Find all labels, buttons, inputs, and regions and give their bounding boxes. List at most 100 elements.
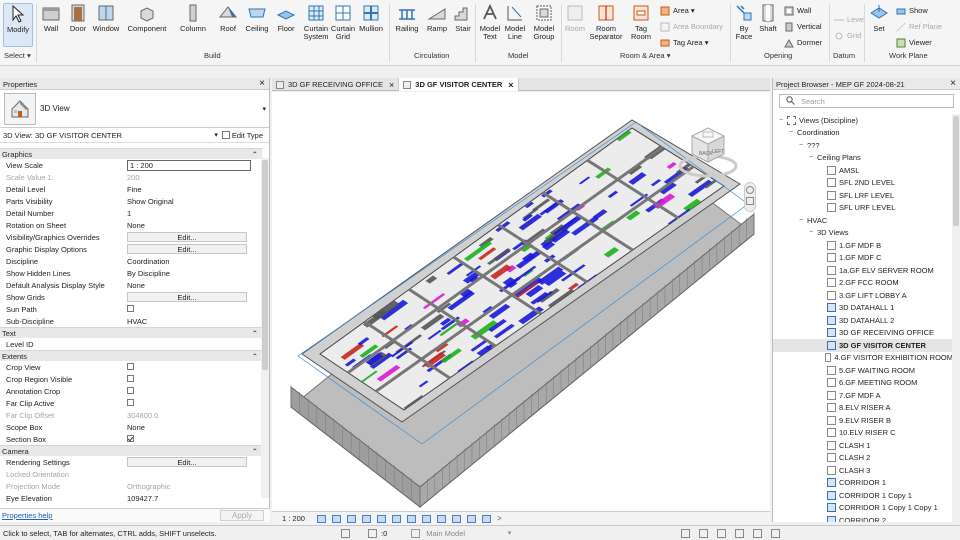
curtain-grid-button[interactable]: Curtain Grid <box>331 3 355 41</box>
collapse-toggle-icon[interactable]: − <box>787 129 795 136</box>
select-by-face-icon[interactable] <box>735 528 745 538</box>
view-node[interactable]: 3D GF VISITOR CENTER <box>773 339 953 352</box>
grid-button[interactable]: Grid <box>834 30 861 41</box>
folder-node[interactable]: − Ceiling Plans <box>773 152 953 165</box>
property-value[interactable]: Edit... <box>124 457 262 467</box>
view-node[interactable]: 7.GF MDF A <box>773 389 953 402</box>
collapse-toggle-icon[interactable]: − <box>777 117 785 124</box>
room-area-group-label[interactable]: Room & Area ▾ <box>620 51 670 60</box>
worksharing-display-icon[interactable] <box>466 514 476 523</box>
property-value[interactable]: None <box>124 221 262 230</box>
property-value[interactable] <box>124 304 262 314</box>
dormer-button[interactable]: Dormer <box>784 37 822 48</box>
ref-plane-button[interactable]: Ref Plane <box>896 21 942 32</box>
room-button[interactable]: Room <box>564 3 586 33</box>
section-graphics[interactable]: Graphics ⌃ <box>0 148 262 159</box>
view-node[interactable]: 5.GF WAITING ROOM <box>773 364 953 377</box>
properties-scrollbar[interactable] <box>261 158 269 498</box>
shaft-button[interactable]: Shaft <box>756 3 780 33</box>
show-workplane-button[interactable]: Show <box>896 5 928 16</box>
model-text-button[interactable]: Model Text <box>478 3 502 41</box>
checkbox[interactable] <box>127 362 134 370</box>
level-button[interactable]: Level <box>834 14 865 25</box>
view-node[interactable]: CLASH 2 <box>773 452 953 465</box>
instance-selector[interactable]: 3D View: 3D GF VISITOR CENTER ▾ Edit Type <box>0 128 269 143</box>
property-value[interactable]: Fine <box>124 185 262 194</box>
collapse-toggle-icon[interactable]: − <box>807 154 815 161</box>
section-text[interactable]: Text ⌃ <box>0 327 262 338</box>
property-value[interactable] <box>124 374 262 384</box>
collapse-icon[interactable]: ⌃ <box>252 329 258 338</box>
view-node[interactable]: CORRIDOR 1 Copy 1 Copy 1 <box>773 502 953 515</box>
railing-button[interactable]: Railing <box>394 3 420 33</box>
chevron-down-icon[interactable]: ▾ <box>214 131 218 139</box>
model-group-button[interactable]: Model Group <box>530 3 558 41</box>
property-value[interactable]: Edit... <box>124 232 262 242</box>
view-node[interactable]: 3D GF RECEIVING OFFICE <box>773 327 953 340</box>
view-node[interactable]: CORRIDOR 1 <box>773 477 953 490</box>
view-node[interactable]: SFL 2ND LEVEL <box>773 177 953 190</box>
temporary-hide-icon[interactable] <box>436 514 446 523</box>
curtain-system-button[interactable]: Curtain System <box>302 3 330 41</box>
edit-type-button[interactable]: Edit Type <box>232 131 263 140</box>
property-value[interactable]: 109427.7 <box>124 494 262 503</box>
properties-help-link[interactable]: Properties help <box>2 511 52 520</box>
checkbox[interactable] <box>127 398 134 406</box>
view-node[interactable]: 1.GF MDF C <box>773 252 953 265</box>
rendering-icon[interactable] <box>376 514 386 523</box>
select-group-label[interactable]: Select ▾ <box>4 51 31 60</box>
tab-3d-gf-receiving-office[interactable]: 3D GF RECEIVING OFFICE × <box>272 78 400 91</box>
view-node[interactable]: 1a.GF ELV SERVER ROOM <box>773 264 953 277</box>
property-value[interactable]: 1 : 200 <box>124 159 262 171</box>
model-line-button[interactable]: Model Line <box>503 3 527 41</box>
reveal-hidden-icon[interactable] <box>451 514 461 523</box>
collapse-toggle-icon[interactable]: − <box>797 142 805 149</box>
collapse-icon[interactable]: ⌃ <box>252 352 258 361</box>
collapse-icon[interactable]: ⌃ <box>252 447 258 456</box>
view-node[interactable]: 2.GF FCC ROOM <box>773 277 953 290</box>
property-value[interactable] <box>124 362 262 372</box>
close-icon[interactable]: × <box>389 80 394 90</box>
edit-button[interactable]: Edit... <box>127 232 247 242</box>
property-value[interactable] <box>124 386 262 396</box>
tag-room-button[interactable]: Tag Room <box>628 3 654 41</box>
chevron-down-icon[interactable]: ▾ <box>262 105 266 113</box>
view-node[interactable]: 3.GF LIFT LOBBY A <box>773 289 953 302</box>
view-node[interactable]: 3D DATAHALL 2 <box>773 314 953 327</box>
door-button[interactable]: Door <box>66 3 90 33</box>
view-node[interactable]: SFL LRF LEVEL <box>773 189 953 202</box>
view-node[interactable]: CLASH 3 <box>773 464 953 477</box>
ceiling-button[interactable]: Ceiling <box>243 3 271 33</box>
view-scale[interactable]: 1 : 200 <box>282 514 305 523</box>
close-icon[interactable]: × <box>259 78 265 89</box>
crop-view-icon[interactable] <box>391 514 401 523</box>
view-node[interactable]: 1.GF MDF B <box>773 239 953 252</box>
tab-3d-gf-visitor-center[interactable]: 3D GF VISITOR CENTER × <box>399 78 519 91</box>
property-value[interactable] <box>124 434 262 444</box>
vertical-opening-button[interactable]: Vertical <box>784 21 822 32</box>
view-node[interactable]: 9.ELV RISER B <box>773 414 953 427</box>
checkbox[interactable] <box>127 374 134 382</box>
collapse-toggle-icon[interactable]: − <box>807 229 815 236</box>
floor-button[interactable]: Floor <box>275 3 297 33</box>
close-icon[interactable]: × <box>950 78 956 89</box>
visual-style-icon[interactable] <box>331 514 341 523</box>
section-extents[interactable]: Extents ⌃ <box>0 350 262 361</box>
view-node[interactable]: CLASH 1 <box>773 439 953 452</box>
mullion-button[interactable]: Mullion <box>358 3 384 33</box>
property-value[interactable]: HVAC <box>124 317 262 326</box>
editing-requests-icon[interactable] <box>368 528 377 538</box>
navigation-bar[interactable] <box>744 182 756 212</box>
view-node[interactable]: 8.ELV RISER A <box>773 402 953 415</box>
view-cube[interactable]: BACK LEFT <box>676 122 740 186</box>
folder-node[interactable]: − Coordination <box>773 127 953 140</box>
zoom-icon[interactable] <box>746 197 754 205</box>
roof-button[interactable]: Roof <box>216 3 240 33</box>
section-camera[interactable]: Camera ⌃ <box>0 445 262 456</box>
steering-wheel-icon[interactable] <box>746 186 754 194</box>
component-button[interactable]: Component <box>124 3 170 33</box>
edit-button[interactable]: Edit... <box>127 457 247 467</box>
edit-button[interactable]: Edit... <box>127 292 247 302</box>
browser-search-input[interactable]: Search <box>779 94 954 108</box>
by-face-button[interactable]: By Face <box>733 3 755 41</box>
